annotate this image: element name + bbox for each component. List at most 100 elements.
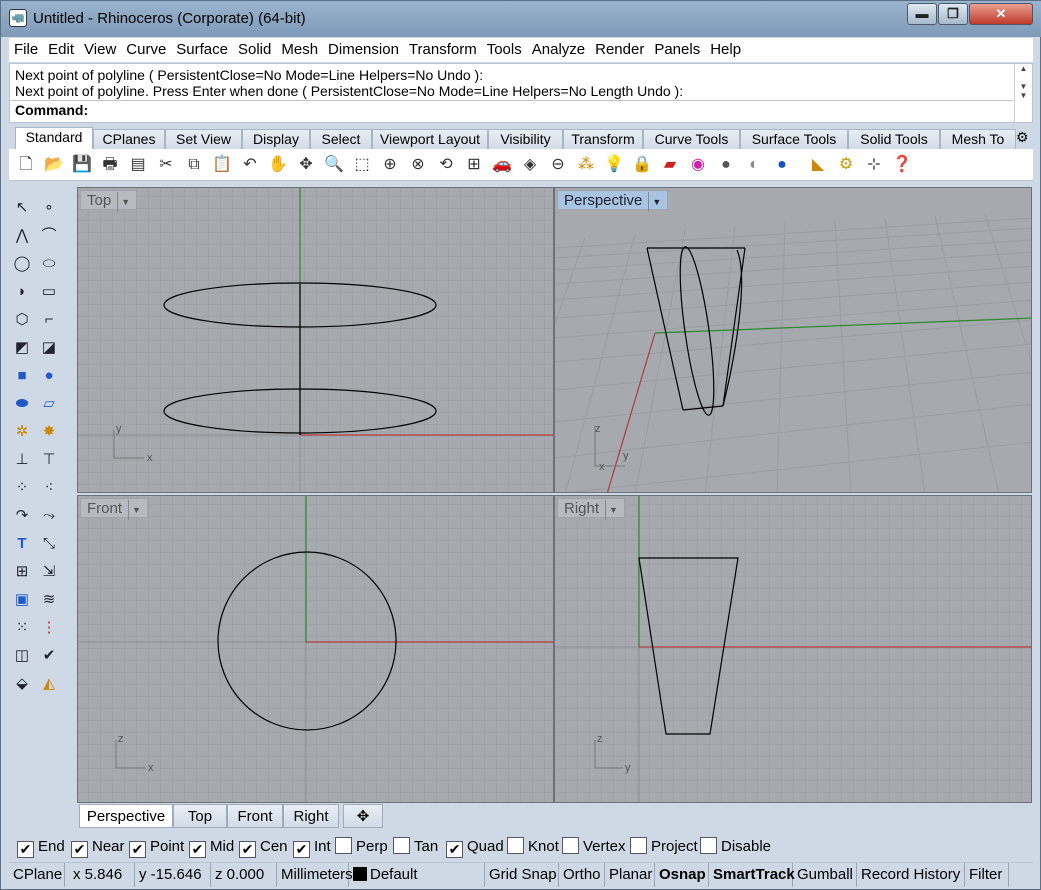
checkbox[interactable]: ✔	[17, 841, 34, 858]
grid-array-icon[interactable]: ⁙	[10, 616, 34, 640]
point-icon[interactable]: ∘	[37, 196, 61, 220]
menu-mesh[interactable]: Mesh	[276, 38, 323, 58]
blend-curve-icon[interactable]: ⤳	[37, 504, 61, 528]
curve-icon[interactable]: ⌒	[37, 224, 61, 248]
ungroup-icon[interactable]: ⁖	[37, 476, 61, 500]
status-osnap[interactable]: Osnap	[655, 863, 709, 887]
status-units[interactable]: Millimeters	[277, 863, 353, 887]
print-icon[interactable]: 🖶	[99, 154, 121, 176]
check-icon[interactable]: ✔	[37, 644, 61, 668]
viewport-perspective[interactable]: z y x Perspective ▼	[554, 187, 1032, 493]
tab-curve-tools[interactable]: Curve Tools	[643, 129, 740, 149]
lock-icon[interactable]: 🔒	[631, 154, 653, 176]
menu-curve[interactable]: Curve	[121, 38, 171, 58]
viewport-tab-right[interactable]: Right	[283, 804, 339, 828]
undo-icon[interactable]: ↶	[239, 154, 261, 176]
tab-set-view[interactable]: Set View	[165, 129, 242, 149]
tab-select[interactable]: Select	[310, 129, 372, 149]
cut-icon[interactable]: ✂	[155, 154, 177, 176]
extrude-icon[interactable]: ▱	[37, 392, 61, 416]
align-icon[interactable]: ⋮	[37, 616, 61, 640]
menu-transform[interactable]: Transform	[404, 38, 482, 58]
viewport-tab-perspective[interactable]: Perspective	[79, 804, 173, 828]
osnap-disable[interactable]: Disable	[700, 837, 771, 857]
zoom-icon[interactable]: 🔍	[323, 154, 345, 176]
checkbox[interactable]: ✔	[239, 841, 256, 858]
render-sphere-icon[interactable]: ●	[715, 154, 737, 176]
status-gumball[interactable]: Gumball	[793, 863, 857, 887]
status-planar[interactable]: Planar	[605, 863, 655, 887]
menu-solid[interactable]: Solid	[233, 38, 276, 58]
tab-standard[interactable]: Standard	[15, 127, 93, 149]
menu-file[interactable]: File	[9, 38, 43, 58]
transform-gear-icon[interactable]: ✲	[10, 420, 34, 444]
osnap-quad[interactable]: ✔ Quad	[446, 837, 504, 858]
text-icon[interactable]: T	[10, 532, 34, 556]
status-filter[interactable]: Filter	[965, 863, 1009, 887]
maximize-button[interactable]: ❐	[938, 3, 968, 25]
paste-icon[interactable]: 📋	[211, 154, 233, 176]
checkbox[interactable]	[630, 837, 647, 854]
chevron-down-icon[interactable]: ▼	[128, 500, 141, 520]
explode-icon[interactable]: ✸	[37, 420, 61, 444]
flow-icon[interactable]: ◫	[10, 644, 34, 668]
status-grid-snap[interactable]: Grid Snap	[485, 863, 559, 887]
command-prompt[interactable]: Command:	[11, 100, 1013, 120]
osnap-cen[interactable]: ✔ Cen	[239, 837, 288, 858]
render-icon[interactable]: ◭	[37, 672, 61, 696]
checkbox[interactable]: ✔	[189, 841, 206, 858]
chevron-down-icon[interactable]: ▼	[117, 192, 130, 212]
boolean-icon[interactable]: ●	[37, 364, 61, 388]
checkbox[interactable]: ✔	[293, 841, 310, 858]
scale-icon[interactable]: ⇲	[37, 560, 61, 584]
four-viewports-icon[interactable]: ⊞	[463, 154, 485, 176]
add-viewport-tab-icon[interactable]: ✥	[343, 804, 383, 828]
checkbox[interactable]	[393, 837, 410, 854]
gumball-icon[interactable]: ⊹	[863, 154, 885, 176]
box-icon[interactable]: ■	[10, 364, 34, 388]
copy-icon[interactable]: ⧉	[183, 154, 205, 176]
tab-visibility[interactable]: Visibility	[488, 129, 563, 149]
array-icon[interactable]: ⊞	[10, 560, 34, 584]
analyze-icon[interactable]: ⬙	[10, 672, 34, 696]
zoom-extents-icon[interactable]: ⊕	[379, 154, 401, 176]
group-icon[interactable]: ⁘	[10, 476, 34, 500]
pan-hand-icon[interactable]: ✋	[267, 154, 289, 176]
status-record-history[interactable]: Record History	[857, 863, 965, 887]
command-scrollbar[interactable]: ▲ ▼ ▼	[1014, 64, 1032, 122]
status-layer[interactable]: Default	[349, 863, 485, 887]
viewport-title-perspective[interactable]: Perspective ▼	[557, 190, 669, 212]
chevron-down-icon[interactable]: ▼	[605, 500, 618, 520]
tab-surface-tools[interactable]: Surface Tools	[740, 129, 848, 149]
layers-icon[interactable]: ▰	[659, 154, 681, 176]
menu-surface[interactable]: Surface	[171, 38, 233, 58]
menu-render[interactable]: Render	[590, 38, 649, 58]
viewport-tab-top[interactable]: Top	[173, 804, 227, 828]
checkbox[interactable]: ✔	[71, 841, 88, 858]
mesh-box-icon[interactable]: ▣	[10, 588, 34, 612]
arc-icon[interactable]: ◗	[10, 280, 34, 304]
close-button[interactable]: ✕	[969, 3, 1033, 25]
checkbox[interactable]	[562, 837, 579, 854]
open-folder-icon[interactable]: 📂	[43, 154, 65, 176]
blue-sphere-icon[interactable]: ●	[771, 154, 793, 176]
hatch-icon[interactable]: ≋	[37, 588, 61, 612]
menu-tools[interactable]: Tools	[482, 38, 527, 58]
viewport-front[interactable]: z x Front ▼	[77, 495, 554, 803]
osnap-vertex[interactable]: Vertex	[562, 837, 626, 857]
tab-transform[interactable]: Transform	[563, 129, 643, 149]
osnap-perp[interactable]: Perp	[335, 837, 388, 857]
new-file-icon[interactable]: 🗋	[15, 154, 37, 176]
checkbox[interactable]	[700, 837, 717, 854]
viewport-title-right[interactable]: Right ▼	[557, 498, 625, 520]
gear-icon[interactable]: ⚙	[1016, 129, 1032, 147]
minimize-button[interactable]: ▬	[907, 3, 937, 25]
viewport-tab-front[interactable]: Front	[227, 804, 283, 828]
rectangle-icon[interactable]: ▭	[37, 280, 61, 304]
tab-cplanes[interactable]: CPlanes	[93, 129, 165, 149]
fillet-icon[interactable]: ⌐	[37, 308, 61, 332]
checkbox[interactable]: ✔	[129, 841, 146, 858]
viewport-title-top[interactable]: Top ▼	[80, 190, 138, 212]
menu-edit[interactable]: Edit	[43, 38, 79, 58]
menu-view[interactable]: View	[79, 38, 121, 58]
